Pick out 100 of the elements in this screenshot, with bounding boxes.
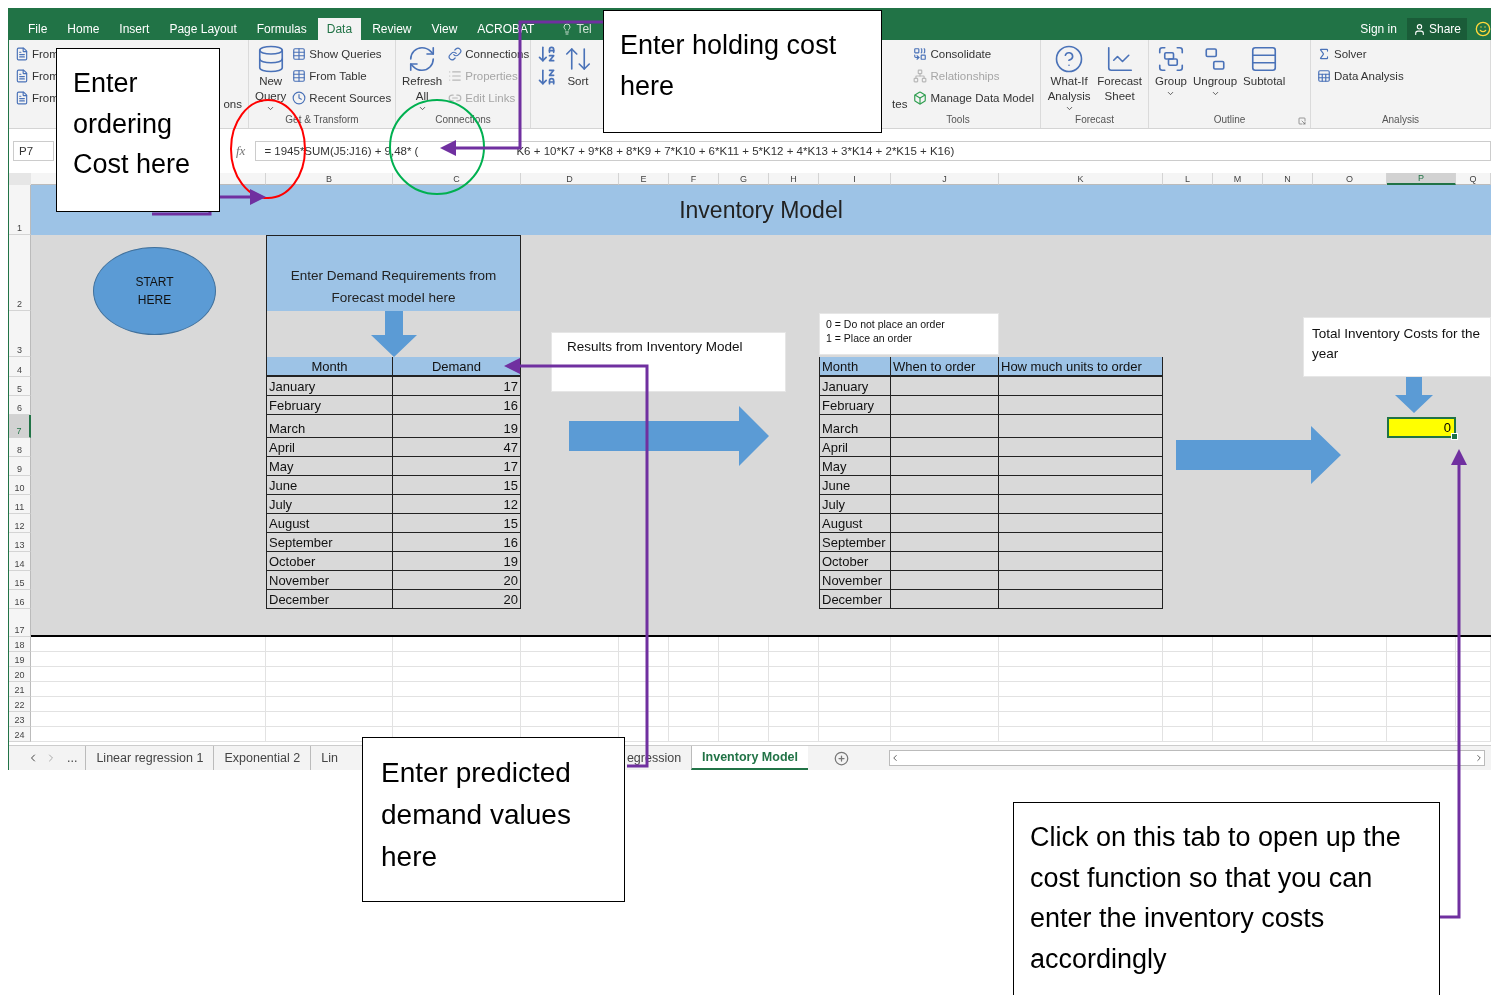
column-header[interactable]: F xyxy=(669,173,719,185)
horizontal-scrollbar[interactable] xyxy=(888,750,1485,766)
tell-me-field[interactable]: Tel xyxy=(561,18,592,40)
ribbon-button[interactable]: What-If Analysis xyxy=(1047,44,1092,114)
row-header[interactable]: 7 xyxy=(9,415,31,438)
ribbon-tab[interactable]: ACROBAT xyxy=(468,18,544,40)
empty-cell xyxy=(1163,682,1213,697)
column-header[interactable]: L xyxy=(1163,173,1213,185)
row-header[interactable]: 2 xyxy=(9,235,31,311)
row-header[interactable]: 9 xyxy=(9,457,31,476)
ribbon-tab[interactable]: Page Layout xyxy=(160,18,246,40)
column-header[interactable]: G xyxy=(719,173,769,185)
column-header[interactable]: Q xyxy=(1456,173,1491,185)
ribbon-button[interactable]: Subtotal xyxy=(1243,44,1286,114)
column-header[interactable]: D xyxy=(521,173,619,185)
document-icon xyxy=(15,46,29,61)
column-header[interactable]: H xyxy=(769,173,819,185)
share-button[interactable]: Share xyxy=(1406,18,1467,40)
ribbon-button[interactable]: New Query xyxy=(255,44,287,114)
row-header[interactable]: 20 xyxy=(9,667,31,682)
row-header[interactable]: 22 xyxy=(9,697,31,712)
ribbon-button[interactable]: Recent Sources xyxy=(292,88,392,107)
row-header[interactable]: 3 xyxy=(9,311,31,357)
ribbon-tab[interactable]: Data xyxy=(317,18,362,40)
ribbon-button[interactable]: Sort xyxy=(563,44,593,114)
column-header[interactable]: B xyxy=(266,173,393,185)
column-header[interactable]: P xyxy=(1387,173,1456,185)
ribbon-button[interactable]: Solver xyxy=(1317,44,1404,63)
row-header[interactable]: 5 xyxy=(9,377,31,396)
table-cell: November xyxy=(266,571,393,590)
sign-in-link[interactable]: Sign in xyxy=(1360,18,1397,40)
scroll-right-icon[interactable] xyxy=(1474,753,1484,763)
ribbon-button[interactable]: Consolidate xyxy=(913,44,1034,63)
row-header[interactable]: 14 xyxy=(9,552,31,571)
column-header[interactable]: J xyxy=(891,173,999,185)
sheet-tab[interactable]: Lin xyxy=(310,746,348,770)
row-header[interactable]: 23 xyxy=(9,712,31,727)
cube-icon xyxy=(913,90,928,105)
sheet-tab[interactable]: Linear regression 1 xyxy=(85,746,214,770)
row-header[interactable]: 19 xyxy=(9,652,31,667)
row-header[interactable]: 15 xyxy=(9,571,31,590)
sheet-tab[interactable]: Inventory Model xyxy=(691,746,808,770)
column-header[interactable]: I xyxy=(819,173,891,185)
table-cell: November xyxy=(819,571,891,590)
row-header[interactable]: 18 xyxy=(9,637,31,652)
row-header[interactable]: 10 xyxy=(9,476,31,495)
row-header[interactable]: 1 xyxy=(9,185,31,235)
row-header[interactable]: 12 xyxy=(9,514,31,533)
ribbon-button[interactable]: Refresh All xyxy=(402,44,443,114)
ribbon-tab[interactable]: File xyxy=(19,18,57,40)
column-header[interactable]: M xyxy=(1213,173,1263,185)
column-header[interactable]: C xyxy=(393,173,521,185)
table-cell: September xyxy=(266,533,393,552)
empty-cell xyxy=(719,682,769,697)
annotation-tooltip: Enter holding cost here xyxy=(603,10,882,133)
empty-cell xyxy=(1456,697,1491,712)
ribbon-button[interactable]: Data Analysis xyxy=(1317,66,1404,85)
more-sheets-button[interactable]: ... xyxy=(67,751,78,765)
row-header[interactable]: 11 xyxy=(9,495,31,514)
sort-ascending-icon[interactable] xyxy=(537,44,557,64)
ribbon-button[interactable]: Ungroup xyxy=(1192,44,1238,114)
column-header[interactable]: E xyxy=(619,173,669,185)
row-header[interactable]: 24 xyxy=(9,727,31,742)
ribbon-tab[interactable]: Home xyxy=(58,18,109,40)
column-header[interactable]: K xyxy=(999,173,1163,185)
sheet-tab[interactable]: Exponential 2 xyxy=(213,746,311,770)
ribbon-button[interactable]: From Table xyxy=(292,66,392,85)
function-label[interactable]: fx xyxy=(236,143,246,159)
ribbon-button[interactable]: Show Queries xyxy=(292,44,392,63)
ribbon-tab[interactable]: Review xyxy=(363,18,421,40)
empty-cell xyxy=(1387,667,1456,682)
empty-cell xyxy=(769,697,819,712)
ribbon-tab[interactable]: View xyxy=(422,18,467,40)
total-cell[interactable]: 0 xyxy=(1387,417,1456,438)
document-icon xyxy=(15,90,29,105)
table-cell: 20 xyxy=(393,571,521,590)
row-header[interactable]: 17 xyxy=(9,609,31,637)
ribbon-tab[interactable]: Insert xyxy=(110,18,159,40)
ribbon-button[interactable]: Group xyxy=(1155,44,1187,114)
row-header[interactable]: 21 xyxy=(9,682,31,697)
empty-cell xyxy=(1213,682,1263,697)
row-header[interactable]: 13 xyxy=(9,533,31,552)
ribbon-tab[interactable]: Formulas xyxy=(247,18,316,40)
row-header[interactable]: 6 xyxy=(9,396,31,415)
legend-line: 0 = Do not place an order xyxy=(826,318,946,330)
smiley-icon[interactable] xyxy=(1475,21,1491,37)
name-box[interactable]: P7 xyxy=(13,141,54,161)
column-header[interactable]: O xyxy=(1313,173,1387,185)
empty-cell xyxy=(1387,637,1456,652)
add-sheet-icon[interactable] xyxy=(833,750,849,766)
row-header[interactable]: 8 xyxy=(9,438,31,457)
group-label: Tools xyxy=(946,114,970,127)
column-header[interactable]: N xyxy=(1263,173,1313,185)
row-header[interactable]: 4 xyxy=(9,357,31,377)
ribbon-button[interactable]: Forecast Sheet xyxy=(1097,44,1142,114)
row-header[interactable]: 16 xyxy=(9,590,31,609)
empty-cell xyxy=(1163,652,1213,667)
sort-descending-icon[interactable] xyxy=(537,67,557,87)
ribbon-button[interactable]: Manage Data Model xyxy=(913,88,1034,107)
dialog-launcher-icon[interactable] xyxy=(1298,117,1306,125)
